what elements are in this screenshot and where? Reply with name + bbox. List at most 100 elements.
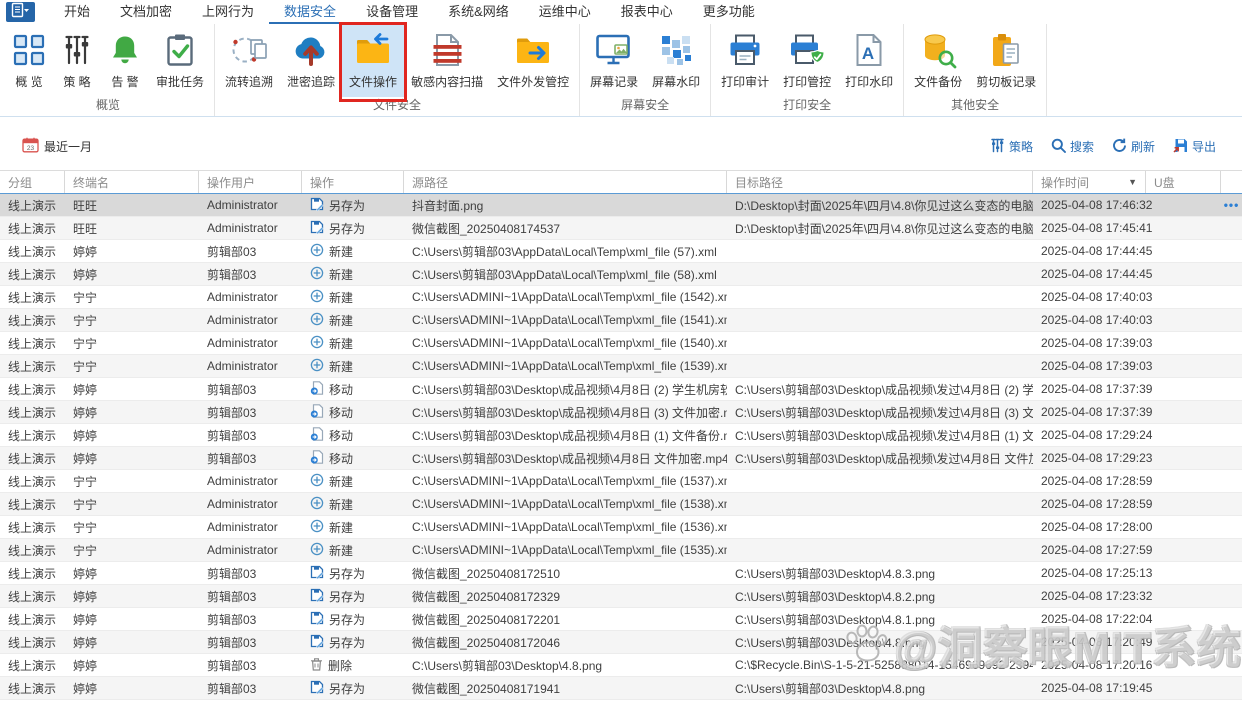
table-row[interactable]: 线上演示 宁宁 Administrator 新建 C:\Users\ADMINI~1\A…: [0, 309, 1242, 332]
tab-doc-encryption[interactable]: 文档加密: [105, 0, 187, 24]
ribbon-button-label: 文件备份: [914, 75, 963, 89]
cell-usb: [1146, 424, 1221, 446]
tab-more-features[interactable]: 更多功能: [688, 0, 770, 24]
table-row[interactable]: 线上演示 婷婷 剪辑部03 另存为 微信截图_20250408172046 C:\User…: [0, 631, 1242, 654]
table-row[interactable]: 线上演示 宁宁 Administrator 新建 C:\Users\ADMINI~1\A…: [0, 355, 1242, 378]
ribbon-button-sensitive-scan[interactable]: 敏感内容扫描: [404, 24, 490, 97]
ribbon-button-label: 文件外发管控: [497, 75, 570, 89]
ribbon-button-file-backup[interactable]: 文件备份: [907, 24, 969, 97]
ribbon-button-label: 概 览: [15, 75, 43, 89]
ribbon-button-print-control[interactable]: 打印管控: [776, 24, 838, 97]
table-row[interactable]: 线上演示 旺旺 Administrator 另存为 微信截图_2025040817453…: [0, 217, 1242, 240]
cell-user: 剪辑部03: [207, 244, 257, 259]
table-row[interactable]: 线上演示 婷婷 剪辑部03 移动 C:\Users\剪辑部03\Desktop\成品视频…: [0, 447, 1242, 470]
table-row[interactable]: 线上演示 宁宁 Administrator 新建 C:\Users\ADMINI~1\A…: [0, 332, 1242, 355]
toolbar-action-export[interactable]: 导出: [1173, 138, 1216, 156]
table-row[interactable]: 线上演示 婷婷 剪辑部03 移动 C:\Users\剪辑部03\Desktop\成品视频…: [0, 401, 1242, 424]
ribbon-button-print-watermark[interactable]: A 打印水印: [838, 24, 900, 97]
ribbon-group-label: 打印安全: [783, 98, 832, 112]
table-row[interactable]: 线上演示 宁宁 Administrator 新建 C:\Users\ADMINI~1\A…: [0, 539, 1242, 562]
table-row[interactable]: 线上演示 婷婷 剪辑部03 另存为 微信截图_20250408172201 C:\User…: [0, 608, 1242, 631]
cell-user: 剪辑部03: [207, 267, 257, 282]
ribbon-button-screen-watermark[interactable]: 屏幕水印: [645, 24, 707, 97]
cell-source-path: 微信截图_20250408174537: [412, 221, 561, 236]
row-actions-button[interactable]: •••: [1221, 194, 1242, 216]
table-row[interactable]: 线上演示 婷婷 剪辑部03 移动 C:\Users\剪辑部03\Desktop\成品视频…: [0, 378, 1242, 401]
menu-tab-bar: 开始 文档加密 上网行为 数据安全 设备管理 系统&网络 运维中心 报表中心 更多功能: [0, 0, 1242, 24]
cell-operation: 另存为: [302, 585, 404, 607]
toolbar-action-refresh[interactable]: 刷新: [1112, 138, 1155, 156]
cell-source-path: C:\Users\剪辑部03\Desktop\成品视频\4月8日 (1) 文件备…: [412, 428, 727, 443]
cell-terminal: 婷婷: [73, 589, 98, 604]
column-header-usb[interactable]: U盘: [1146, 171, 1221, 193]
cell-target-path: [727, 263, 1033, 285]
cell-usb: [1146, 470, 1221, 492]
table-row[interactable]: 线上演示 婷婷 剪辑部03 另存为 微信截图_20250408172329 C:\User…: [0, 585, 1242, 608]
cell-target-path: C:\Users\剪辑部03\Desktop\4.8.png: [735, 681, 926, 696]
ribbon-button-screen-record[interactable]: 屏幕记录: [583, 24, 645, 97]
save-as-icon: [310, 634, 324, 651]
cell-actions: [1221, 608, 1242, 630]
cell-terminal: 宁宁: [73, 543, 98, 558]
date-range-filter[interactable]: 23 最近一月: [22, 137, 92, 156]
column-header-actions[interactable]: [1221, 171, 1242, 193]
table-row-partial[interactable]: 线上演示婷婷剪辑部03: [0, 700, 1242, 704]
cell-terminal: 婷婷: [73, 267, 98, 282]
table-row[interactable]: 线上演示 婷婷 剪辑部03 删除 C:\Users\剪辑部03\Desktop\4.8.…: [0, 654, 1242, 677]
tab-report-center[interactable]: 报表中心: [606, 0, 688, 24]
column-header-time[interactable]: 操作时间 ▼: [1033, 171, 1146, 193]
ribbon-button-policy[interactable]: 策 略: [53, 24, 101, 97]
tab-device-mgmt[interactable]: 设备管理: [351, 0, 433, 24]
table-row[interactable]: 线上演示 宁宁 Administrator 新建 C:\Users\ADMINI~1\A…: [0, 286, 1242, 309]
ribbon-button-file-trace[interactable]: 流转追溯: [218, 24, 280, 97]
column-header-source-path[interactable]: 源路径: [404, 171, 727, 193]
table-row[interactable]: 线上演示 婷婷 剪辑部03 新建 C:\Users\剪辑部03\AppData\Loca…: [0, 240, 1242, 263]
cell-usb: [1146, 608, 1221, 630]
cell-target-path: C:\Users\剪辑部03\Desktop\4.8.3.png: [735, 566, 936, 581]
column-header-user[interactable]: 操作用户: [199, 171, 302, 193]
tab-data-security[interactable]: 数据安全: [269, 0, 352, 24]
tab-system-network[interactable]: 系统&网络: [433, 0, 524, 24]
ribbon-button-print-audit[interactable]: 打印审计: [714, 24, 776, 97]
cell-terminal: 婷婷: [73, 244, 98, 259]
table-row[interactable]: 线上演示 婷婷 剪辑部03 另存为 微信截图_20250408171941 C:\User…: [0, 677, 1242, 700]
column-header-group[interactable]: 分组: [0, 171, 65, 193]
cell-operation: 另存为: [302, 608, 404, 630]
ribbon-button-approval-tasks[interactable]: 审批任务: [149, 24, 211, 97]
column-header-target-path[interactable]: 目标路径: [727, 171, 1033, 193]
toolbar-action-search[interactable]: 搜索: [1051, 138, 1094, 156]
delete-icon: [310, 657, 323, 674]
column-header-label: U盘: [1154, 175, 1175, 190]
move-icon: [310, 403, 324, 421]
table-row[interactable]: 线上演示 宁宁 Administrator 新建 C:\Users\ADMINI~1\A…: [0, 470, 1242, 493]
operation-label: 新建: [329, 543, 354, 558]
table-row[interactable]: 线上演示 旺旺 Administrator 另存为 抖音封面.png D:\Desktop…: [0, 194, 1242, 217]
cell-source-path: 微信截图_20250408171941: [412, 681, 561, 696]
clipboard-record-icon: [990, 29, 1022, 71]
ribbon-button-file-outgoing[interactable]: 文件外发管控: [490, 24, 576, 97]
app-menu-button[interactable]: [6, 2, 35, 22]
ribbon-button-file-operation[interactable]: 文件操作: [339, 22, 408, 102]
table-row[interactable]: 线上演示 婷婷 剪辑部03 另存为 微信截图_20250408172510 C:\User…: [0, 562, 1242, 585]
tab-start[interactable]: 开始: [49, 0, 105, 24]
table-row[interactable]: 线上演示 宁宁 Administrator 新建 C:\Users\ADMINI~1\A…: [0, 516, 1242, 539]
cell-operation: 新建: [302, 516, 404, 538]
table-row[interactable]: 线上演示 婷婷 剪辑部03 新建 C:\Users\剪辑部03\AppData\Loca…: [0, 263, 1242, 286]
ribbon-button-alarm[interactable]: 告 警: [101, 24, 149, 97]
tab-ops-center[interactable]: 运维中心: [524, 0, 606, 24]
ribbon-button-leak-trace[interactable]: 泄密追踪: [280, 24, 342, 97]
table-row[interactable]: 线上演示 婷婷 剪辑部03 移动 C:\Users\剪辑部03\Desktop\成品视频…: [0, 424, 1242, 447]
column-header-terminal[interactable]: 终端名: [65, 171, 199, 193]
operation-label: 另存为: [329, 681, 366, 696]
cell-terminal: 宁宁: [73, 520, 98, 535]
cell-time: 2025-04-08 17:23:32: [1041, 589, 1153, 603]
tab-web-behavior[interactable]: 上网行为: [187, 0, 269, 24]
table-row[interactable]: 线上演示 宁宁 Administrator 新建 C:\Users\ADMINI~1\A…: [0, 493, 1242, 516]
ribbon-button-clipboard-record[interactable]: 剪切板记录: [969, 24, 1043, 97]
toolbar-action-policy[interactable]: 策略: [990, 138, 1033, 156]
ribbon-button-overview[interactable]: 概 览: [5, 24, 53, 97]
table-header-row: 分组 终端名 操作用户 操作 源路径 目标路径 操作时间 ▼ U盘: [0, 170, 1242, 194]
cell-time: 2025-04-08 17:20:49: [1041, 635, 1153, 649]
filter-arrow-icon[interactable]: ▼: [1124, 177, 1137, 187]
column-header-operation[interactable]: 操作: [302, 171, 404, 193]
